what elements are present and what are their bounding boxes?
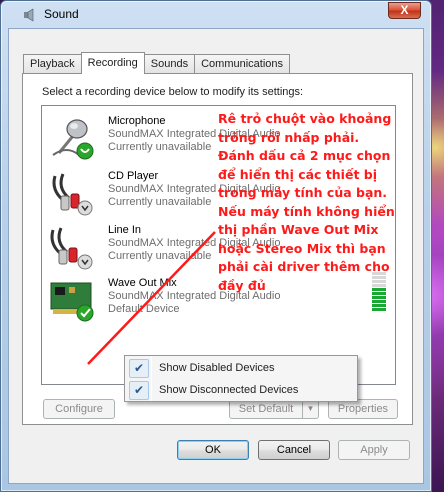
level-segment [372,296,386,299]
microphone-icon [52,119,94,160]
chevron-down-icon[interactable]: ▼ [302,400,318,418]
cd-player-icon [52,173,93,216]
device-name: CD Player [108,170,159,182]
context-menu: ✔ Show Disabled Devices ✔ Show Disconnec… [124,355,358,402]
checkmark-icon: ✔ [129,381,149,400]
tab-recording[interactable]: Recording [80,52,145,74]
menu-item-show-disabled-devices[interactable]: ✔ Show Disabled Devices [127,358,355,379]
titlebar[interactable]: Sound [1,1,431,29]
configure-button[interactable]: Configure [43,399,115,419]
tab-sounds[interactable]: Sounds [143,54,196,74]
level-segment [372,304,386,307]
device-name: Microphone [108,115,166,127]
tab-communications[interactable]: Communications [194,54,291,74]
device-status: Default Device [108,303,180,315]
tab-strip: Playback Recording Sounds Communications [23,52,291,74]
instructions-text: Select a recording device below to modif… [42,86,304,98]
tab-playback[interactable]: Playback [23,54,82,74]
set-default-label: Set Default [238,403,294,415]
wave-out-mix-icon [50,282,94,322]
level-segment [372,308,386,311]
menu-item-show-disconnected-devices[interactable]: ✔ Show Disconnected Devices [127,380,355,401]
device-status: Currently unavailable [108,196,212,208]
device-name: Wave Out Mix [108,277,177,289]
checkmark-icon: ✔ [129,359,149,378]
menu-item-label: Show Disconnected Devices [159,384,299,396]
cancel-button[interactable]: Cancel [258,440,330,460]
level-segment [372,300,386,303]
speaker-icon [24,8,34,22]
line-in-icon [50,227,93,270]
ok-button[interactable]: OK [177,440,249,460]
close-button[interactable]: X [388,2,421,19]
properties-button[interactable]: Properties [328,399,398,419]
device-status: Currently unavailable [108,141,212,153]
annotation-text: Rê trỏ chuột vào khoảng trống rồi nhấp p… [218,111,395,293]
device-status: Currently unavailable [108,250,212,262]
device-name: Line In [108,224,142,236]
set-default-button[interactable]: Set Default ▼ [229,399,319,419]
window-title: Sound [44,7,79,21]
apply-button[interactable]: Apply [338,440,410,460]
menu-item-label: Show Disabled Devices [159,362,275,374]
